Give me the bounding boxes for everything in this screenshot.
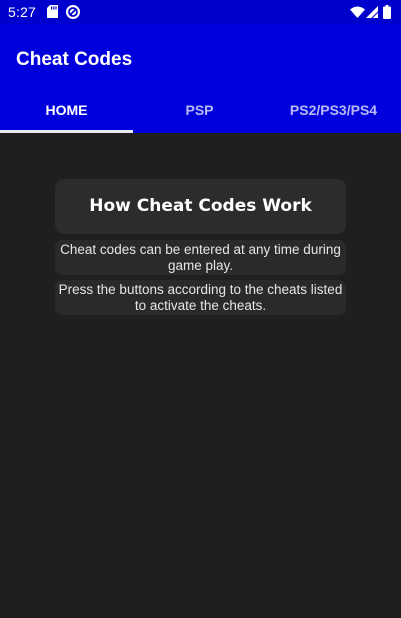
home-content: How Cheat Codes Work Cheat codes can be … — [0, 133, 401, 618]
app-title: Cheat Codes — [16, 49, 133, 70]
status-time: 5:27 — [8, 4, 37, 20]
tab-bar: HOME PSP PS2/PS3/PS4 — [0, 96, 401, 133]
info-line: game play. — [167, 258, 234, 273]
info-line: Cheat codes can be entered at any time d… — [60, 242, 341, 257]
info-paragraph: Press the buttons according to the cheat… — [55, 280, 346, 315]
tab-ps2-ps3-ps4[interactable]: PS2/PS3/PS4 — [267, 96, 400, 133]
sync-icon — [66, 5, 80, 19]
battery-icon — [383, 5, 391, 19]
sd-card-icon — [47, 5, 58, 18]
info-line: to activate the cheats. — [134, 298, 267, 313]
page-heading: How Cheat Codes Work — [89, 196, 312, 216]
wifi-icon — [350, 6, 365, 18]
heading-card: How Cheat Codes Work — [55, 179, 346, 234]
tab-psp[interactable]: PSP — [133, 96, 266, 133]
tab-home[interactable]: HOME — [0, 96, 133, 133]
info-paragraph: Cheat codes can be entered at any time d… — [55, 240, 346, 275]
info-line: Press the buttons according to the cheat… — [58, 282, 343, 297]
status-bar: 5:27 — [0, 0, 401, 24]
app-bar: Cheat Codes — [0, 24, 401, 96]
signal-icon — [366, 6, 378, 18]
